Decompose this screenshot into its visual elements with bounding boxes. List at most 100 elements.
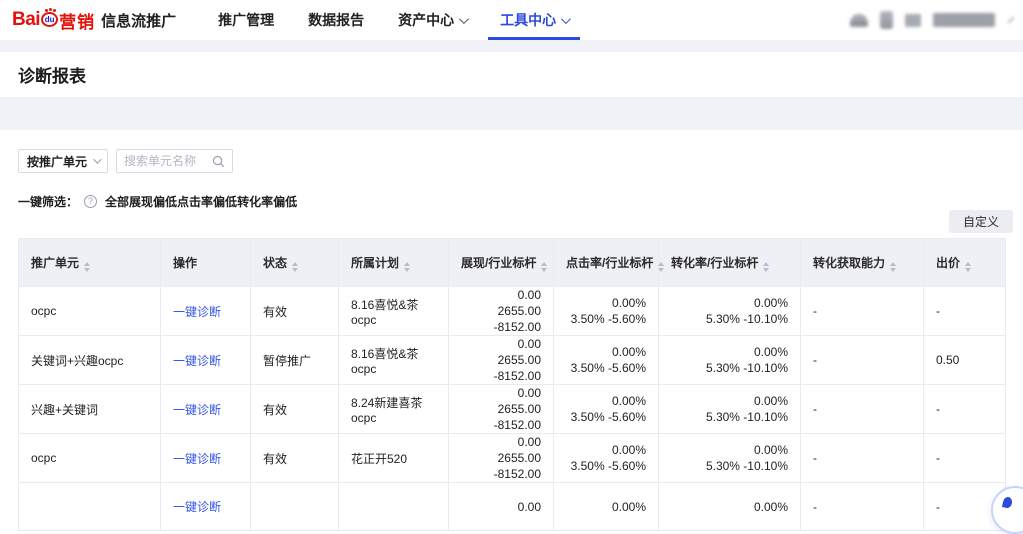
column-label: 点击率/行业标杆	[566, 256, 653, 270]
plan-cell: 花正开520	[339, 434, 449, 483]
column-label: 状态	[263, 256, 287, 270]
column-label: 转化获取能力	[813, 256, 885, 270]
metric-cell: 0.00%3.50% -5.60%	[554, 336, 659, 385]
sort-icon[interactable]	[292, 262, 298, 272]
avatar[interactable]	[905, 14, 921, 27]
main-content: 按推广单元 一键筛选： ? 全部展现偏低点击率偏低转化率偏低 自定义 推广单元操…	[0, 130, 1023, 514]
quick-filter-label: 一键筛选：	[18, 193, 78, 210]
ability-cell: -	[801, 287, 924, 336]
logo-bai-text: Bai	[12, 9, 40, 31]
metric-cell: 0.00%5.30% -10.10%	[659, 336, 801, 385]
nav-item-资产中心[interactable]: 资产中心	[386, 0, 478, 40]
quick-filter-option[interactable]: 全部	[105, 195, 129, 209]
column-header-ctr[interactable]: 点击率/行业标杆	[554, 239, 659, 287]
unit-search	[116, 149, 233, 173]
chevron-down-icon	[93, 155, 101, 163]
bid-cell: -	[924, 434, 1006, 483]
customize-button[interactable]: 自定义	[949, 210, 1013, 233]
metric-benchmark: 5.30% -10.10%	[671, 360, 788, 376]
unit-name-cell	[19, 483, 161, 531]
column-header-plan[interactable]: 所属计划	[339, 239, 449, 287]
metric-cell: 0.002655.00 -8152.00	[449, 385, 554, 434]
help-circle-icon[interactable]: ?	[84, 195, 97, 208]
metric-value: 0.00%	[566, 499, 646, 515]
search-icon[interactable]	[212, 155, 225, 168]
account-service-icon[interactable]	[850, 14, 868, 27]
redacted-username	[933, 13, 995, 27]
metric-cell: 0.00	[449, 483, 554, 531]
sort-icon[interactable]	[84, 262, 90, 272]
column-label: 所属计划	[351, 256, 399, 270]
metric-cell: 0.002655.00 -8152.00	[449, 287, 554, 336]
nav-menu: 推广管理 数据报告 资产中心 工具中心	[196, 0, 580, 40]
nav-item-label: 工具中心	[500, 10, 556, 30]
quick-filter-option[interactable]: 转化率偏低	[237, 195, 297, 209]
diagnose-link[interactable]: 一键诊断	[173, 305, 221, 319]
diagnose-link[interactable]: 一键诊断	[173, 500, 221, 514]
status-cell: 有效	[251, 434, 339, 483]
column-header-unit[interactable]: 推广单元	[19, 239, 161, 287]
metric-value: 0.00	[461, 287, 541, 303]
notification-icon[interactable]	[880, 11, 893, 29]
metric-value: 0.00%	[566, 442, 646, 458]
column-header-status[interactable]: 状态	[251, 239, 339, 287]
column-header-ability[interactable]: 转化获取能力	[801, 239, 924, 287]
nav-item-数据报告[interactable]: 数据报告	[296, 0, 376, 40]
chevron-down-icon	[561, 14, 571, 24]
table-row: ocpc一键诊断有效8.16喜悦&茶ocpc0.002655.00 -8152.…	[19, 287, 1006, 336]
baidu-marketing-logo[interactable]: Bai du 营销	[12, 8, 95, 33]
quick-filter-row: 一键筛选： ? 全部展现偏低点击率偏低转化率偏低	[18, 193, 1005, 209]
plan-cell: 8.24新建喜茶ocpc	[339, 385, 449, 434]
quick-filter-option[interactable]: 展现偏低	[129, 195, 177, 209]
edit-icon[interactable]	[1007, 16, 1014, 23]
metric-cell: 0.00%3.50% -5.60%	[554, 385, 659, 434]
column-header-impression[interactable]: 展现/行业标杆	[449, 239, 554, 287]
column-header-cvr[interactable]: 转化率/行业标杆	[659, 239, 801, 287]
metric-value: 0.00	[461, 385, 541, 401]
unit-name-cell: 关键词+兴趣ocpc	[19, 336, 161, 385]
metric-cell: 0.00%3.50% -5.60%	[554, 287, 659, 336]
dimension-select[interactable]: 按推广单元	[18, 149, 108, 173]
unit-name-cell: ocpc	[19, 434, 161, 483]
nav-item-工具中心[interactable]: 工具中心	[488, 0, 580, 40]
sort-icon[interactable]	[541, 262, 547, 272]
product-name: 信息流推广	[101, 10, 176, 31]
metric-value: 0.00%	[566, 295, 646, 311]
metric-value: 0.00	[461, 499, 541, 515]
sort-icon[interactable]	[890, 262, 896, 272]
diagnose-link[interactable]: 一键诊断	[173, 403, 221, 417]
search-input[interactable]	[124, 154, 212, 168]
diagnose-link[interactable]: 一键诊断	[173, 354, 221, 368]
sort-icon[interactable]	[965, 262, 971, 272]
column-label: 推广单元	[31, 256, 79, 270]
table-header-row: 推广单元操作状态所属计划展现/行业标杆点击率/行业标杆转化率/行业标杆转化获取能…	[19, 239, 1006, 287]
sort-icon[interactable]	[763, 262, 769, 272]
metric-value: 0.00%	[566, 393, 646, 409]
diagnose-link[interactable]: 一键诊断	[173, 452, 221, 466]
divider-band-top	[0, 40, 1023, 52]
bid-cell: 0.50	[924, 336, 1006, 385]
logo-brand-text: 营销	[59, 8, 95, 33]
metric-benchmark: 3.50% -5.60%	[566, 311, 646, 327]
sort-icon[interactable]	[658, 262, 664, 272]
ability-cell: -	[801, 385, 924, 434]
table-row: ocpc一键诊断有效花正开5200.002655.00 -8152.000.00…	[19, 434, 1006, 483]
quick-filter-options: 全部展现偏低点击率偏低转化率偏低	[105, 193, 297, 210]
metric-benchmark: 2655.00 -8152.00	[461, 303, 541, 335]
status-cell	[251, 483, 339, 531]
nav-item-label: 资产中心	[398, 10, 454, 30]
metric-value: 0.00%	[671, 442, 788, 458]
metric-benchmark: 2655.00 -8152.00	[461, 401, 541, 433]
quick-filter-option[interactable]: 点击率偏低	[177, 195, 237, 209]
top-navigation-bar: Bai du 营销 信息流推广 推广管理 数据报告 资产中心 工具中心	[0, 0, 1023, 40]
metric-value: 0.00	[461, 434, 541, 450]
metric-value: 0.00	[461, 336, 541, 352]
column-header-bid[interactable]: 出价	[924, 239, 1006, 287]
metric-benchmark: 3.50% -5.60%	[566, 458, 646, 474]
nav-item-label: 推广管理	[218, 10, 274, 30]
nav-item-推广管理[interactable]: 推广管理	[206, 0, 286, 40]
metric-benchmark: 5.30% -10.10%	[671, 311, 788, 327]
sort-icon[interactable]	[404, 262, 410, 272]
metric-cell: 0.002655.00 -8152.00	[449, 336, 554, 385]
metric-cell: 0.002655.00 -8152.00	[449, 434, 554, 483]
